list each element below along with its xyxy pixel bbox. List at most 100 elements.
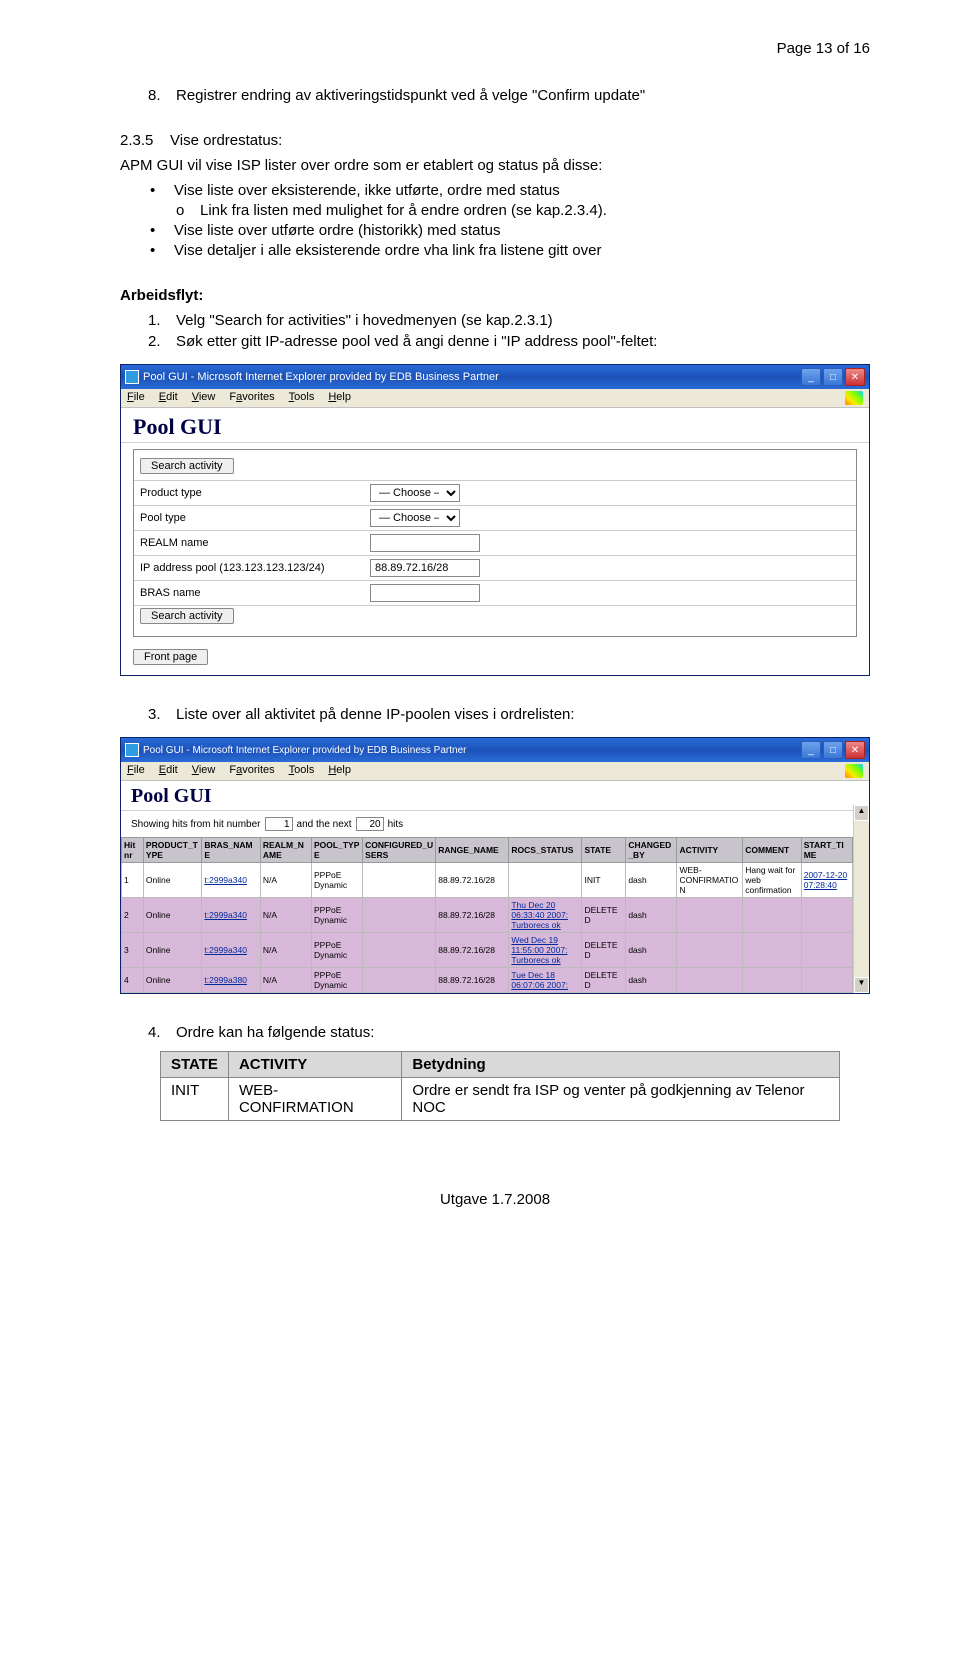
table-cell — [363, 968, 436, 993]
windows-flag-icon — [845, 391, 863, 405]
th-conf-users: CONFIGURED_USERS — [363, 838, 436, 863]
hit-from-input[interactable] — [265, 817, 293, 831]
menu-file[interactable]: File — [127, 764, 145, 778]
table-cell: Online — [143, 933, 201, 968]
table-cell: Thu Dec 20 06:33:40 2007: Turborecs ok — [509, 898, 582, 933]
table-cell: PPPoE Dynamic — [312, 863, 363, 898]
maximize-button[interactable]: □ — [823, 741, 843, 759]
app-title: Pool GUI — [121, 781, 869, 811]
table-cell: dash — [626, 933, 677, 968]
menubar: File Edit View Favorites Tools Help — [121, 762, 869, 781]
table-cell — [677, 898, 743, 933]
menubar: File Edit View Favorites Tools Help — [121, 389, 869, 408]
bras-link[interactable]: t:2999a340 — [204, 945, 247, 955]
section-num: 2.3.5 — [120, 132, 153, 149]
search-panel: Search activity Product type — Choose — … — [133, 449, 857, 637]
rocs-link[interactable]: Wed Dec 19 11:55:00 2007: Turborecs ok — [511, 935, 567, 965]
table-row: 3Onlinet:2999a340N/APPPoE Dynamic88.89.7… — [122, 933, 853, 968]
menu-file[interactable]: File — [127, 391, 145, 405]
table-cell — [509, 863, 582, 898]
window-title: Pool GUI - Microsoft Internet Explorer p… — [143, 371, 801, 383]
wf1-text: Velg "Search for activities" i hovedmeny… — [176, 312, 553, 329]
menu-edit[interactable]: Edit — [159, 391, 178, 405]
menu-view[interactable]: View — [192, 391, 216, 405]
section-2-3-5: 2.3.5 Vise ordrestatus: APM GUI vil vise… — [120, 132, 870, 259]
table-cell: Hang wait for web confirmation — [743, 863, 801, 898]
scrollbar[interactable]: ▲ ▼ — [853, 805, 869, 993]
ip-pool-label: IP address pool (123.123.123.123/24) — [140, 562, 370, 574]
th-rocs-status: ROCS_STATUS — [509, 838, 582, 863]
screenshot-window-1: Pool GUI - Microsoft Internet Explorer p… — [120, 364, 870, 676]
minimize-button[interactable]: _ — [801, 368, 821, 386]
th-comment: COMMENT — [743, 838, 801, 863]
th-product-type: PRODUCT_TYPE — [143, 838, 201, 863]
page-header: Page 13 of 16 — [120, 40, 870, 57]
order-table: Hit nr PRODUCT_TYPE BRAS_NAME REALM_NAME… — [121, 837, 853, 993]
scroll-up-icon[interactable]: ▲ — [854, 805, 869, 821]
wf2-num: 2. — [148, 333, 176, 350]
search-activity-button-bottom[interactable]: Search activity — [140, 608, 234, 624]
rocs-link[interactable]: Thu Dec 20 06:33:40 2007: Turborecs ok — [511, 900, 568, 930]
table-cell: t:2999a340 — [202, 933, 260, 968]
minimize-button[interactable]: _ — [801, 741, 821, 759]
ip-pool-input[interactable] — [370, 559, 480, 577]
table-cell: PPPoE Dynamic — [312, 968, 363, 993]
close-button[interactable]: ✕ — [845, 368, 865, 386]
menu-favorites[interactable]: Favorites — [229, 391, 274, 405]
product-type-label: Product type — [140, 487, 370, 499]
hit-count-input[interactable] — [356, 817, 384, 831]
bras-link[interactable]: t:2999a380 — [204, 975, 247, 985]
table-cell — [743, 933, 801, 968]
table-cell: t:2999a380 — [202, 968, 260, 993]
menu-tools[interactable]: Tools — [289, 391, 315, 405]
step-8-num: 8. — [148, 87, 176, 104]
status-h-activity: ACTIVITY — [228, 1052, 401, 1078]
start-link[interactable]: 2007-12-20 07:28:40 — [804, 870, 847, 890]
maximize-button[interactable]: □ — [823, 368, 843, 386]
bullet-3: Vise detaljer i alle eksisterende ordre … — [174, 242, 601, 259]
scroll-down-icon[interactable]: ▼ — [854, 977, 869, 993]
table-cell: 2007-12-20 07:28:40 — [801, 863, 852, 898]
th-range-name: RANGE_NAME — [436, 838, 509, 863]
product-type-select[interactable]: — Choose — — [370, 484, 460, 502]
hit-bar: Showing hits from hit number and the nex… — [121, 811, 869, 837]
bras-name-input[interactable] — [370, 584, 480, 602]
table-cell: PPPoE Dynamic — [312, 898, 363, 933]
footer: Utgave 1.7.2008 — [120, 1191, 870, 1208]
th-start-time: START_TIME — [801, 838, 852, 863]
table-cell: Online — [143, 898, 201, 933]
table-cell — [801, 898, 852, 933]
pool-type-select[interactable]: — Choose — — [370, 509, 460, 527]
step-8-text: Registrer endring av aktiveringstidspunk… — [176, 87, 645, 104]
realm-name-input[interactable] — [370, 534, 480, 552]
table-cell: WEB-CONFIRMATION — [677, 863, 743, 898]
th-changed-by: CHANGED_BY — [626, 838, 677, 863]
menu-favorites[interactable]: Favorites — [229, 764, 274, 778]
bras-link[interactable]: t:2999a340 — [204, 875, 247, 885]
table-cell — [677, 933, 743, 968]
menu-edit[interactable]: Edit — [159, 764, 178, 778]
menu-view[interactable]: View — [192, 764, 216, 778]
table-cell: dash — [626, 863, 677, 898]
table-cell: N/A — [260, 933, 311, 968]
table-cell — [363, 863, 436, 898]
ie-icon — [125, 370, 139, 384]
table-cell: DELETED — [582, 968, 626, 993]
menu-tools[interactable]: Tools — [289, 764, 315, 778]
status-r1-meaning: Ordre er sendt fra ISP og venter på godk… — [402, 1078, 840, 1121]
search-activity-button-top[interactable]: Search activity — [140, 458, 234, 474]
titlebar: Pool GUI - Microsoft Internet Explorer p… — [121, 738, 869, 762]
table-cell — [743, 898, 801, 933]
wf1-num: 1. — [148, 312, 176, 329]
bras-link[interactable]: t:2999a340 — [204, 910, 247, 920]
menu-help[interactable]: Help — [328, 391, 351, 405]
close-button[interactable]: ✕ — [845, 741, 865, 759]
status-h-meaning: Betydning — [402, 1052, 840, 1078]
front-page-button[interactable]: Front page — [133, 649, 208, 665]
status-h-state: STATE — [161, 1052, 229, 1078]
menu-help[interactable]: Help — [328, 764, 351, 778]
hit-suffix: hits — [388, 819, 404, 830]
table-cell: Online — [143, 863, 201, 898]
rocs-link[interactable]: Tue Dec 18 06:07:06 2007: — [511, 970, 568, 990]
th-hitnr: Hit nr — [122, 838, 144, 863]
